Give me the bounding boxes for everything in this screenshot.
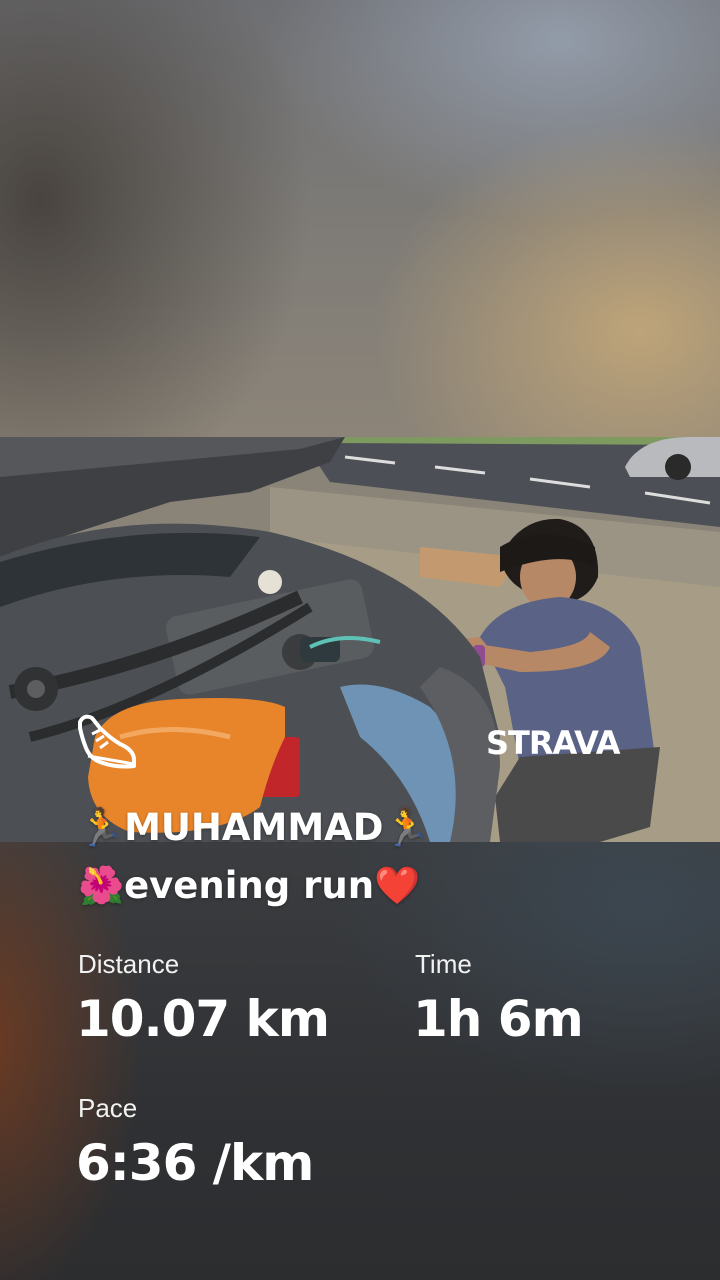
pace-label: Pace <box>78 1093 138 1123</box>
activity-photo <box>0 437 720 842</box>
strava-logo-text: STRAVA <box>486 724 621 762</box>
time-value: 1h 6m <box>413 990 584 1048</box>
blurred-background <box>0 0 720 437</box>
time-label: Time <box>415 949 472 979</box>
activity-title-line-2: 🌺evening run❤️ <box>78 864 421 907</box>
distance-value: 10.07 km <box>76 990 330 1048</box>
strava-logo: STRAVA <box>486 722 640 762</box>
pace-value: 6:36 /km <box>76 1134 314 1192</box>
running-shoe-icon <box>76 708 140 772</box>
distance-label: Distance <box>78 949 180 979</box>
activity-title-line-1: 🏃MUHAMMAD🏃 <box>78 806 430 849</box>
